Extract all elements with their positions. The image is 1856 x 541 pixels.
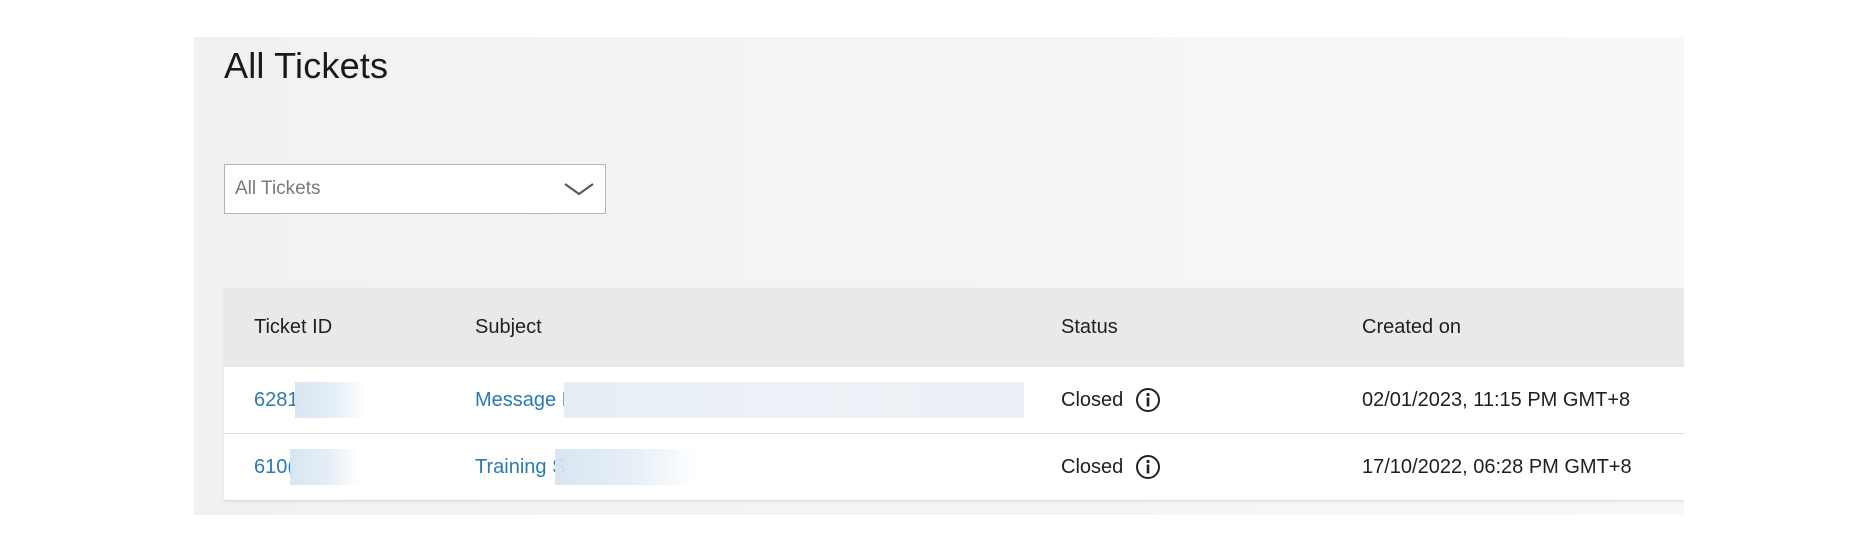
status-cell: Closed — [1061, 434, 1161, 500]
page-title: All Tickets — [224, 45, 389, 86]
table-row: 6281 Message F Closed 02/01/2023, 11:15 … — [224, 367, 1684, 434]
status-text: Closed — [1061, 455, 1124, 478]
chevron-down-icon — [564, 183, 594, 196]
ticket-id-cell: 6281 — [254, 367, 365, 433]
subject-cell: Message F — [475, 367, 1024, 433]
ticket-id-link[interactable]: 6281 — [254, 389, 299, 412]
created-on-cell: 17/10/2022, 06:28 PM GMT+8 — [1362, 455, 1632, 478]
status-text: Closed — [1061, 388, 1124, 411]
column-header-created-on[interactable]: Created on — [1362, 288, 1461, 367]
tickets-table: Ticket ID Subject Status Created on 6281… — [224, 288, 1684, 501]
ticket-subject-link[interactable]: Message F — [475, 389, 574, 412]
redaction-overlay — [563, 382, 1024, 418]
table-header: Ticket ID Subject Status Created on — [224, 288, 1684, 367]
tickets-panel: All Tickets All Tickets Ticket ID Subjec… — [194, 37, 1684, 515]
created-on-cell: 02/01/2023, 11:15 PM GMT+8 — [1362, 388, 1631, 411]
table-row: 610( Training S Closed 17/10/2022, 06:28… — [224, 434, 1684, 501]
subject-cell: Training S — [475, 434, 696, 500]
redaction-overlay — [555, 449, 696, 485]
status-cell: Closed — [1061, 367, 1161, 433]
ticket-filter-select[interactable]: All Tickets — [224, 164, 606, 214]
redaction-overlay — [294, 382, 365, 418]
column-header-subject[interactable]: Subject — [475, 288, 542, 367]
ticket-filter-value: All Tickets — [235, 178, 321, 199]
redaction-overlay — [290, 449, 361, 485]
ticket-id-cell: 610( — [254, 434, 361, 500]
info-icon[interactable] — [1135, 387, 1161, 413]
ticket-id-link[interactable]: 610( — [254, 456, 294, 479]
info-icon[interactable] — [1135, 454, 1161, 480]
column-header-ticket-id[interactable]: Ticket ID — [254, 288, 332, 367]
column-header-status[interactable]: Status — [1061, 288, 1118, 367]
ticket-subject-link[interactable]: Training S — [475, 456, 565, 479]
